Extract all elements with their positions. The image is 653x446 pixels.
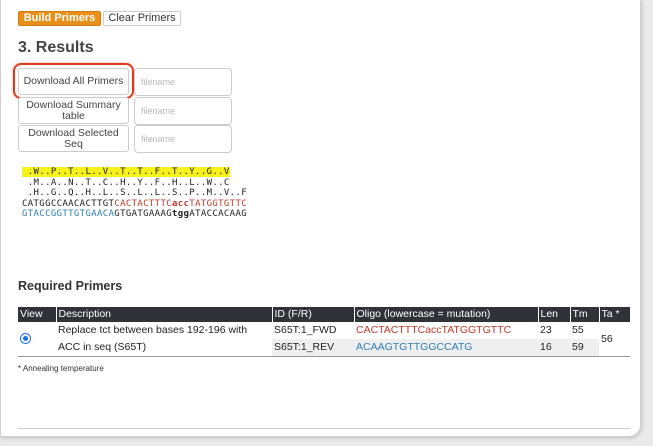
download-selected-filename-input[interactable] xyxy=(134,125,232,153)
len-fwd: 23 xyxy=(540,324,552,336)
download-all-primers-button[interactable]: Download All Primers xyxy=(18,68,129,95)
forward-mutation: acc xyxy=(171,198,190,209)
ta-cell: 56 xyxy=(599,322,630,357)
reverse-primer-region: GTACCGGTTGTGAACA xyxy=(22,209,115,220)
len-rev: 16 xyxy=(538,339,570,357)
download-summary-table-button[interactable]: Download Summary table xyxy=(18,97,129,124)
tm-rev: 59 xyxy=(570,339,599,357)
header-description: Description xyxy=(56,307,273,322)
oligo-fwd: CACTACTTTCaccTATGGTGTTC xyxy=(356,324,512,336)
required-primers-title: Required Primers xyxy=(18,279,123,293)
header-oligo: Oligo (lowercase = mutation) xyxy=(354,307,539,322)
table-row: Replace tct between bases 192-196 with A… xyxy=(18,322,630,357)
annealing-note: * Annealing temperature xyxy=(18,364,104,373)
header-id: ID (F/R) xyxy=(272,307,355,322)
download-selected-seq-button[interactable]: Download Selected Seq xyxy=(18,125,129,152)
header-ta: Ta * xyxy=(599,307,631,322)
forward-strand-plain: CATGGCCAACACTTGT xyxy=(22,198,115,209)
sequence-view: .W..P..T..L..V..T..T..F..T..Y..G..V .M..… xyxy=(22,167,247,220)
header-tm: Tm xyxy=(570,307,600,322)
results-title: 3. Results xyxy=(18,39,94,56)
reverse-strand-plain-b: ATACCACAAG xyxy=(189,209,247,220)
reverse-mutation: tgg xyxy=(171,209,190,220)
download-all-filename-input[interactable] xyxy=(134,68,232,96)
clear-primers-button[interactable]: Clear Primers xyxy=(103,11,181,26)
primers-table: View Description ID (F/R) Oligo (lowerca… xyxy=(18,307,631,357)
results-panel: Build Primers Clear Primers 3. Results D… xyxy=(0,0,641,437)
divider xyxy=(18,428,630,429)
oligo-rev: ACAAGTGTTGGCCATG xyxy=(354,339,538,357)
primers-header-row: View Description ID (F/R) Oligo (lowerca… xyxy=(18,307,631,322)
view-cell xyxy=(18,322,56,357)
view-radio[interactable] xyxy=(20,333,31,345)
reverse-strand-plain-a: GTGATGAAAG xyxy=(114,209,172,220)
reading-frame-3: .H..G..Q..H..L..S..L..L..S..P..M..V..F xyxy=(22,188,247,199)
description-cell: Replace tct between bases 192-196 with A… xyxy=(56,322,272,357)
download-summary-filename-input[interactable] xyxy=(134,97,232,125)
forward-primer-region-b: TATGGTGTTC xyxy=(189,198,247,209)
build-primers-button[interactable]: Build Primers xyxy=(18,11,101,26)
header-len: Len xyxy=(538,307,571,322)
primer-id-rev: S65T:1_REV xyxy=(272,339,354,357)
tm-fwd: 55 xyxy=(572,324,584,336)
forward-strand: CATGGCCAACACTTGTCACTACTTTCaccTATGGTGTTC xyxy=(22,199,247,209)
header-view: View xyxy=(18,307,57,322)
reading-frame-1: .W..P..T..L..V..T..T..F..T..Y..G..V xyxy=(22,167,230,177)
forward-primer-region-a: CACTACTTTC xyxy=(114,198,172,209)
primer-id-fwd: S65T:1_FWD xyxy=(274,324,337,336)
reverse-strand: GTACCGGTTGTGAACAGTGATGAAAGtggATACCACAAG xyxy=(22,209,247,219)
reading-frame-2: .M..A..N..T..C..H..Y..F..H..L..W..C xyxy=(22,177,230,188)
